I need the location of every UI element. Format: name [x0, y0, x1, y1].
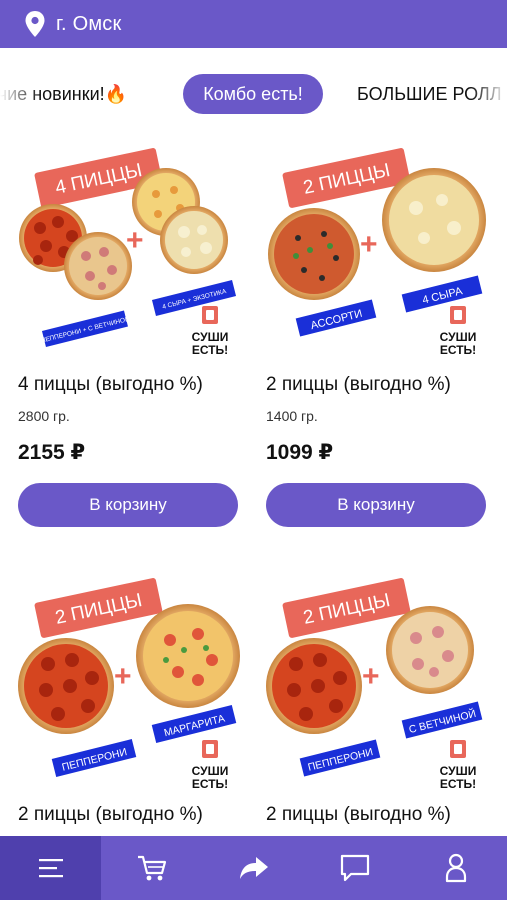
city-selector[interactable]: г. Омск [56, 13, 121, 36]
product-image[interactable]: 2 ПИЦЦЫ + ПЕППЕРОНИ С ВЕТЧИНОЙ СУШИ ЕСТЬ… [266, 568, 488, 790]
category-tabs: ячие новинки!🔥 Комбо есть! БОЛЬШИЕ РОЛЛ [0, 48, 507, 140]
product-card[interactable]: 2 ПИЦЦЫ + ПЕППЕРОНИ С ВЕТЧИНОЙ СУШИ ЕСТЬ… [266, 568, 488, 826]
logo-text-top: СУШИ [440, 764, 477, 778]
add-to-cart-button[interactable]: В корзину [18, 483, 238, 527]
svg-text:+: + [126, 224, 144, 257]
logo-text-top: СУШИ [192, 330, 229, 344]
product-image[interactable]: 4 ПИЦЦЫ + ПЕППЕРОНИ + С ВЕТЧИНОЙ 4 СЫРА … [18, 138, 240, 360]
logo-text-top: СУШИ [192, 764, 229, 778]
product-card[interactable]: 2 ПИЦЦЫ + ПЕППЕРОНИ МАРГАРИТА СУШИ ЕСТЬ! [18, 568, 240, 826]
tabs-fade-left [0, 48, 40, 140]
nav-share[interactable] [203, 836, 304, 900]
svg-text:+: + [360, 228, 378, 261]
top-bar: г. Омск [0, 0, 507, 48]
location-pin-icon[interactable] [24, 10, 46, 38]
product-price: 2155 ₽ [18, 441, 86, 464]
logo-text-bottom: ЕСТЬ! [192, 777, 228, 790]
nav-profile[interactable] [406, 836, 507, 900]
logo-text-bottom: ЕСТЬ! [192, 343, 228, 357]
bottom-nav [0, 836, 507, 900]
menu-icon[interactable] [37, 856, 65, 880]
product-weight: 1400 гр. [266, 408, 318, 424]
nav-cart[interactable] [101, 836, 202, 900]
product-name[interactable]: 2 пиццы (выгодно %) [18, 804, 240, 826]
product-weight: 2800 гр. [18, 408, 70, 424]
logo-text-top: СУШИ [440, 330, 477, 344]
profile-icon[interactable] [444, 853, 468, 883]
product-name[interactable]: 2 пиццы (выгодно %) [266, 374, 488, 396]
logo-text-bottom: ЕСТЬ! [440, 343, 476, 357]
nav-chat[interactable] [304, 836, 405, 900]
share-icon[interactable] [238, 854, 270, 882]
product-image[interactable]: 2 ПИЦЦЫ + ПЕППЕРОНИ МАРГАРИТА СУШИ ЕСТЬ! [18, 568, 240, 790]
nav-menu[interactable] [0, 836, 102, 900]
product-card[interactable]: 4 ПИЦЦЫ + ПЕППЕРОНИ + С ВЕТЧИНОЙ 4 СЫРА … [18, 138, 240, 527]
product-image[interactable]: 2 ПИЦЦЫ + АССОРТИ 4 СЫРА СУШИ ЕСТЬ! [266, 138, 488, 360]
product-name[interactable]: 4 пиццы (выгодно %) [18, 374, 240, 396]
product-name[interactable]: 2 пиццы (выгодно %) [266, 804, 488, 826]
tabs-fade-right [471, 48, 507, 140]
svg-text:+: + [362, 660, 380, 693]
product-price: 1099 ₽ [266, 441, 334, 464]
add-to-cart-button[interactable]: В корзину [266, 483, 486, 527]
logo-text-bottom: ЕСТЬ! [440, 777, 476, 790]
chat-icon[interactable] [339, 853, 371, 883]
cart-icon[interactable] [136, 853, 168, 883]
tab-combo[interactable]: Комбо есть! [183, 74, 323, 114]
product-card[interactable]: 2 ПИЦЦЫ + АССОРТИ 4 СЫРА СУШИ ЕСТЬ! 2 пи [266, 138, 488, 527]
svg-text:+: + [114, 660, 132, 693]
